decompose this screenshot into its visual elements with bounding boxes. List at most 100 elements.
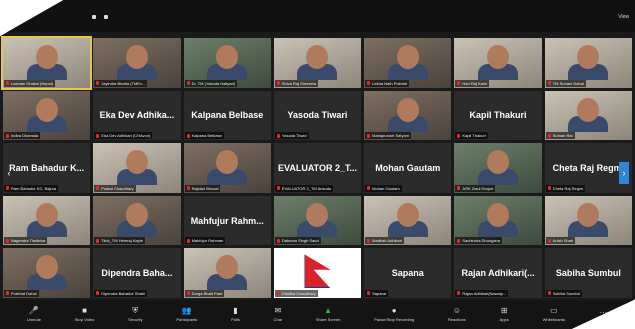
participant-name-label: Madhab Adhikari (365, 237, 404, 245)
participant-tile[interactable]: ARK Ziaul Hoque (454, 143, 542, 193)
participant-tile[interactable]: Yasoda Tiwari Yasoda Tiwari (273, 90, 362, 141)
participant-tile[interactable]: TM Sunam Dahal (544, 38, 632, 88)
participant-face (216, 255, 239, 280)
participant-face (487, 202, 510, 227)
participant-tile[interactable]: Prakat Chaudhary (93, 143, 181, 193)
reactions-button[interactable]: ☺ Reactions (448, 307, 466, 323)
participant-name: Mahfujur Rahman (191, 238, 224, 244)
participant-name-label: Mahapurush Satyam (365, 132, 412, 140)
participant-tile[interactable]: Dahman Singh Saud (273, 195, 362, 246)
info-icon[interactable] (92, 15, 96, 19)
participant-tile[interactable]: Sabiha Sumbul Sabiha Sumbul (544, 248, 632, 298)
participant-tile[interactable]: Mahapurush Satyam (364, 90, 452, 141)
participant-tile[interactable]: Kalpana Belbase Kalpana Belbase (183, 90, 271, 141)
participant-tile[interactable]: Kapil Thakuri Kapil Thakuri (454, 90, 542, 141)
muted-mic-icon (6, 291, 9, 296)
participant-face (306, 44, 329, 69)
top-bar: View (0, 0, 635, 32)
muted-mic-icon (276, 238, 280, 243)
share-screen-button[interactable]: ▲ Share Screen (315, 307, 341, 323)
muted-mic-icon (96, 133, 100, 138)
participant-name-label: EVALUATOR 2_TM Ansuds (274, 184, 333, 192)
participant-tile[interactable]: Prabhat Dahal (3, 248, 91, 298)
participant-name-label: TM Sunam Dahal (545, 79, 586, 87)
participant-name-label: Dr. TM (Yasoda Hatiyari) (184, 79, 238, 87)
pause-stop-recording-button[interactable]: ● Pause/Stop Recording (374, 307, 414, 323)
participant-name: Shiva Raj Shrestha (281, 80, 317, 86)
participant-name-label: Jayindra Bhatta (TMEx... (94, 79, 148, 87)
whiteboards-button[interactable]: ▭ Whiteboards (543, 306, 565, 323)
participant-display-name: Kalpana Belbase (191, 110, 264, 121)
participant-name-label: Kalpana Belbase (184, 132, 224, 140)
participant-tile[interactable]: Lekha Nath Pokhrel (364, 38, 452, 88)
participant-tile[interactable]: Hari Raj Karki (454, 38, 542, 88)
participant-face (396, 202, 419, 227)
participant-tile[interactable]: Durga Bhatt Pant (183, 248, 271, 298)
participant-name: Madhab Adhikari (372, 238, 402, 244)
muted-mic-icon (276, 186, 280, 191)
stop-video-button[interactable]: ■ Stop Video (75, 307, 95, 323)
polls-icon: ▮ (233, 306, 238, 315)
muted-mic-icon (457, 291, 461, 296)
participant-name: Rajidan Bhusal (191, 185, 219, 191)
mic-icon: 🎤 (28, 306, 39, 315)
apps-button[interactable]: ⊞ Apps (499, 307, 509, 323)
muted-mic-icon (457, 133, 461, 138)
participant-display-name: Kapil Thakuri (469, 110, 527, 121)
muted-mic-icon (547, 133, 551, 138)
participant-face (35, 255, 58, 280)
participant-tile[interactable]: Shiva Raj Shrestha (273, 38, 362, 88)
participant-name-label: Ram Bahadur KC, Bajura (4, 184, 59, 192)
participant-name: Prabhat Dahal (11, 290, 37, 296)
participant-display-name: Eka Dev Adhika... (99, 110, 175, 121)
participant-tile[interactable]: Tilok_TM Hemraj Kaple (93, 195, 181, 246)
prev-page-arrow[interactable]: ‹ (4, 162, 14, 184)
participant-tile[interactable]: Dipendra Baha... Dipendra Bahadur Shahi (93, 248, 181, 298)
participant-name: Nagendra Timilsina (11, 238, 46, 244)
participant-tile[interactable]: Sapana Sapana (364, 248, 452, 298)
muted-mic-icon (96, 291, 100, 296)
whiteboard-icon: ▭ (550, 306, 558, 315)
chat-button[interactable]: ✉ Chat (274, 307, 282, 323)
security-indicator-icon[interactable] (104, 15, 108, 19)
participant-tile[interactable]: Eka Dev Adhika... Eka Dev Adhikari (CHAvo… (93, 90, 181, 141)
participant-tile[interactable]: Madhab Adhikari (364, 195, 452, 246)
toolbar-label: Share Screen (315, 317, 341, 322)
participant-face (125, 202, 148, 227)
participant-tile[interactable]: Anish Shah (544, 195, 632, 246)
participant-face (125, 44, 148, 69)
participant-name: Kalpana Belbase (191, 133, 222, 139)
participant-tile[interactable]: Sachindra Dhungana (454, 195, 542, 246)
participant-tile[interactable]: Indira Dhamala (3, 90, 91, 141)
participant-tile[interactable]: Dristika Chaudhary (273, 248, 362, 298)
participant-name: Mahapurush Satyam (372, 133, 410, 139)
participant-name-label: Sachindra Dhungana (455, 237, 503, 245)
participant-tile[interactable]: Rajidan Bhusal (183, 143, 271, 193)
participant-tile[interactable]: Mohan Gautam Mohan Gautam (364, 143, 452, 193)
participant-tile[interactable]: Ram Bahadur K... Ram Bahadur KC, Bajura (3, 143, 91, 193)
muted-mic-icon (6, 186, 9, 191)
more-button[interactable]: … More (598, 307, 609, 323)
participant-tile[interactable]: Rajan Adhikari(... Rajan Adhikari(Nawalp.… (454, 248, 542, 298)
participant-tile[interactable]: Jayindra Bhatta (TMEx... (93, 38, 181, 88)
participants-button[interactable]: 👥 Participants (176, 307, 197, 323)
next-page-icon[interactable]: › (619, 162, 629, 184)
participant-tile[interactable]: Laxman Dhakal (Nepal) (0, 36, 93, 90)
muted-mic-icon (6, 81, 9, 86)
participant-name-label: Prabhat Dahal (4, 289, 39, 297)
toolbar-label: Reactions (448, 317, 466, 322)
participant-name-label: Sapana (365, 289, 388, 297)
participant-tile[interactable]: Mahfujur Rahm... Mahfujur Rahman (183, 195, 271, 246)
participant-tile[interactable]: EVALUATOR 2_T... EVALUATOR 2_TM Ansuds (273, 143, 362, 193)
polls-button[interactable]: ▮ Polls (231, 306, 240, 323)
security-button[interactable]: ⛨ Security (128, 307, 142, 323)
participant-tile[interactable]: Nagendra Timilsina (3, 195, 91, 246)
view-button[interactable]: View (618, 14, 629, 20)
toolbar-label: Apps (499, 317, 509, 322)
muted-mic-icon (96, 186, 100, 191)
participant-tile[interactable]: Dr. TM (Yasoda Hatiyari) (183, 38, 271, 88)
participant-tile[interactable]: Suman Rai (544, 90, 632, 141)
toolbar-label: More (598, 317, 609, 322)
zoom-window: View Laxman Dhakal (Nepal) Jayindra Bhatt… (0, 0, 635, 329)
unmute-button[interactable]: 🎤 Unmute (27, 306, 41, 323)
